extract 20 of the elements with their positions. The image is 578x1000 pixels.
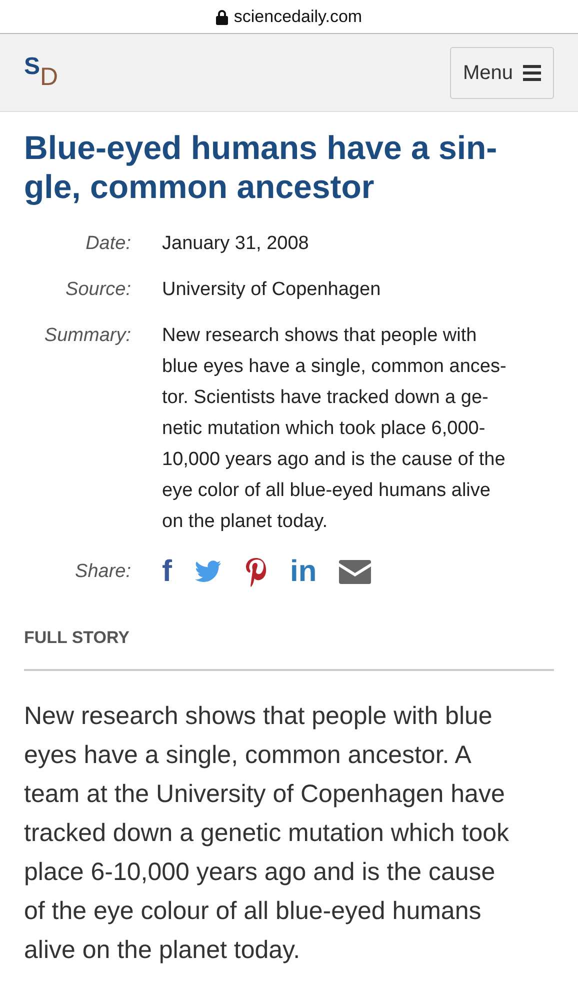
menu-button[interactable]: Menu — [450, 46, 554, 98]
lock-icon — [216, 8, 228, 24]
meta-value: New research shows that people with blue eyes have a single, common ances- tor. Scientists have tracked down a ge- netic mutation which took place 6,000- 10,000 years ago and is the cause of the eye color of all blue-eyed humans alive on the planet today. — [162, 324, 506, 534]
article-paragraph: New research shows that people with blue eyes have a single, common ancestor. A team at the University of Copenhagen have tracked down a genetic mutation which took place 6-10,000 years ago and is the cause of the eye colour of all blue-eyed humans alive on the planet today. — [24, 700, 510, 966]
meta-label: Date: — [84, 232, 131, 256]
share-link[interactable]: in — [290, 557, 317, 587]
envelope-icon[interactable] — [338, 560, 371, 584]
share-link[interactable]: f — [162, 557, 172, 587]
section-heading: FULL STORY — [24, 625, 554, 670]
address-url: sciencedaily.com — [234, 6, 362, 28]
pin-icon[interactable] — [244, 557, 268, 587]
article-title: Blue-eyed humans have a sin- gle, common ancestor — [24, 128, 498, 206]
bird-icon[interactable] — [194, 560, 222, 584]
menu-icon — [523, 64, 541, 80]
site-logo[interactable]: SD — [24, 55, 58, 90]
meta-label: Summary: — [43, 324, 131, 348]
share-label: Share: — [74, 560, 131, 584]
meta-value: University of Copenhagen — [162, 278, 381, 302]
meta-label: Source: — [64, 278, 131, 302]
meta-value: January 31, 2008 — [162, 232, 309, 256]
